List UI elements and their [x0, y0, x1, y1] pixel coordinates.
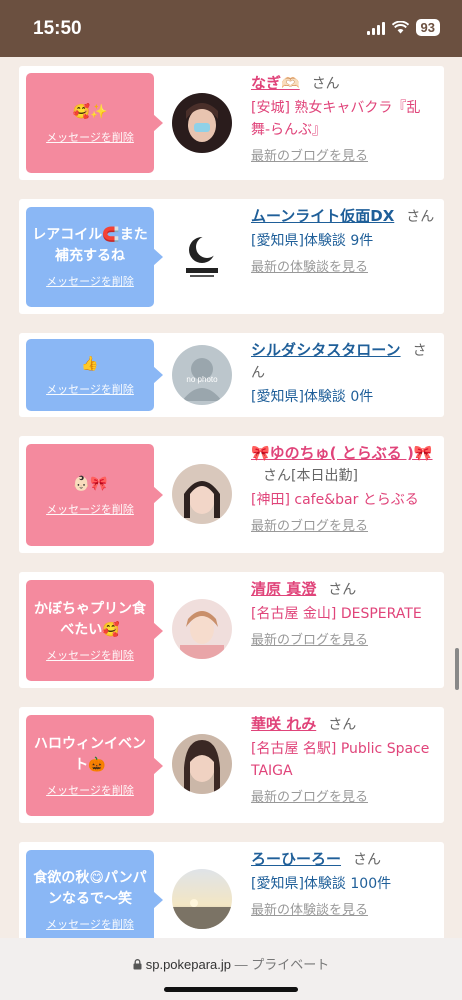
- scrollbar[interactable]: [455, 648, 459, 690]
- honorific: さん: [263, 468, 291, 484]
- honorific: さん: [406, 209, 435, 225]
- latest-blog-link[interactable]: 最新のブログを見る: [251, 787, 439, 809]
- message-bubble: 食欲の秋😋パンパンなるで〜笑 メッセージを削除: [26, 850, 163, 938]
- sender-name[interactable]: ムーンライト仮面DX: [251, 207, 394, 225]
- message-text: 👍: [81, 355, 99, 372]
- sender-location: [名古屋 金山] DESPERATE: [251, 606, 422, 622]
- avatar[interactable]: [172, 226, 232, 286]
- avatar[interactable]: no photo: [172, 345, 232, 405]
- sender-info: 🎀ゆのちゅ( とらぶる )🎀 さん[本日出勤] [神田] cafe&bar とらぶ…: [251, 442, 439, 538]
- sender-name[interactable]: 🎀ゆのちゅ( とらぶる )🎀: [251, 444, 433, 462]
- message-list[interactable]: 🥰✨ メッセージを削除 なぎ🫶🏻 さん [安城] 熟女キャバクラ『乱舞-らんぶ』 …: [0, 57, 462, 938]
- avatar[interactable]: [172, 869, 232, 929]
- sender-info: ムーンライト仮面DX さん [愛知県]体験談 9件 最新の体験談を見る: [251, 205, 439, 279]
- avatar[interactable]: [172, 464, 232, 524]
- sender-info: なぎ🫶🏻 さん [安城] 熟女キャバクラ『乱舞-らんぶ』 最新のブログを見る: [251, 72, 439, 168]
- delete-message-link[interactable]: メッセージを削除: [46, 916, 134, 932]
- honorific: さん: [328, 582, 357, 598]
- on-duty-tag: [本日出勤]: [291, 468, 358, 484]
- message-text: ハロウィンイベント🎃: [34, 735, 146, 773]
- url-bar[interactable]: sp.pokepara.jp — プライベート: [0, 954, 462, 973]
- latest-review-link[interactable]: 最新の体験談を見る: [251, 257, 439, 279]
- message-bubble: ハロウィンイベント🎃 メッセージを削除: [26, 715, 163, 816]
- honorific: さん: [311, 76, 340, 92]
- sender-info: 華咲 れみ さん [名古屋 名駅] Public Space TAIGA 最新のブ…: [251, 713, 439, 809]
- message-card: 👶🏻🎀 メッセージを削除 🎀ゆのちゅ( とらぶる )🎀 さん[本日出勤] [神田]…: [19, 436, 444, 553]
- message-card: かぼちゃプリン食べたい🥰 メッセージを削除 清原 真澄 さん [名古屋 金山] D…: [19, 572, 444, 688]
- message-card: 食欲の秋😋パンパンなるで〜笑 メッセージを削除 ろーひーろー さん [愛知県]体験…: [19, 842, 444, 938]
- latest-blog-link[interactable]: 最新のブログを見る: [251, 516, 439, 538]
- battery-indicator: 93: [415, 19, 440, 36]
- avatar[interactable]: [172, 599, 232, 659]
- message-text: レアコイル🧲また補充するね: [32, 227, 148, 264]
- message-bubble: 👍 メッセージを削除: [26, 339, 163, 411]
- status-bar: 15:50 93: [0, 0, 462, 57]
- sender-location: [神田] cafe&bar とらぶる: [251, 492, 419, 508]
- delete-message-link[interactable]: メッセージを削除: [46, 381, 134, 397]
- honorific: さん: [328, 717, 357, 733]
- avatar[interactable]: [172, 734, 232, 794]
- sender-info: シルダシタスタローン さん [愛知県]体験談 0件: [251, 339, 439, 408]
- sender-name[interactable]: 清原 真澄: [251, 580, 316, 598]
- browser-bottom-bar: sp.pokepara.jp — プライベート: [0, 938, 462, 1000]
- message-text: かぼちゃプリン食べたい🥰: [34, 600, 146, 638]
- sender-info: 清原 真澄 さん [名古屋 金山] DESPERATE 最新のブログを見る: [251, 578, 439, 652]
- delete-message-link[interactable]: メッセージを削除: [46, 647, 134, 663]
- delete-message-link[interactable]: メッセージを削除: [46, 273, 134, 289]
- sender-name[interactable]: なぎ🫶🏻: [251, 74, 300, 92]
- status-icons: 93: [366, 19, 440, 36]
- message-text: 食欲の秋😋パンパンなるで〜笑: [33, 870, 147, 907]
- message-bubble: 👶🏻🎀 メッセージを削除: [26, 444, 163, 546]
- delete-message-link[interactable]: メッセージを削除: [46, 782, 134, 798]
- sender-location: [愛知県]体験談 9件: [251, 233, 374, 249]
- sender-location: [安城] 熟女キャバクラ『乱舞-らんぶ』: [251, 100, 421, 138]
- latest-blog-link[interactable]: 最新のブログを見る: [251, 146, 439, 168]
- message-bubble: レアコイル🧲また補充するね メッセージを削除: [26, 207, 163, 307]
- url-text: sp.pokepara.jp: [145, 957, 232, 972]
- message-bubble: かぼちゃプリン食べたい🥰 メッセージを削除: [26, 580, 163, 681]
- message-card: レアコイル🧲また補充するね メッセージを削除 ムーンライト仮面DX さん [愛知県…: [19, 199, 444, 314]
- message-text: 🥰✨: [72, 103, 108, 120]
- signal-icon: [366, 21, 385, 35]
- message-bubble: 🥰✨ メッセージを削除: [26, 73, 163, 173]
- message-card: 🥰✨ メッセージを削除 なぎ🫶🏻 さん [安城] 熟女キャバクラ『乱舞-らんぶ』 …: [19, 66, 444, 180]
- wifi-icon: [391, 21, 409, 34]
- message-card: ハロウィンイベント🎃 メッセージを削除 華咲 れみ さん [名古屋 名駅] Pub…: [19, 707, 444, 823]
- honorific: さん: [353, 852, 382, 868]
- message-card: 👍 メッセージを削除 no photo シルダシタスタローン さん [愛知県]体験…: [19, 333, 444, 417]
- sender-name[interactable]: 華咲 れみ: [251, 715, 316, 733]
- sender-location: [名古屋 名駅] Public Space TAIGA: [251, 741, 430, 779]
- no-photo-label: no photo: [186, 375, 218, 384]
- lock-icon: [133, 959, 142, 970]
- sender-name[interactable]: シルダシタスタローン: [251, 341, 401, 359]
- latest-review-link[interactable]: 最新の体験談を見る: [251, 900, 439, 922]
- delete-message-link[interactable]: メッセージを削除: [46, 501, 134, 517]
- delete-message-link[interactable]: メッセージを削除: [46, 129, 134, 145]
- sender-name[interactable]: ろーひーろー: [251, 850, 341, 868]
- latest-blog-link[interactable]: 最新のブログを見る: [251, 630, 439, 652]
- private-mode-label: — プライベート: [234, 957, 330, 972]
- home-indicator[interactable]: [164, 987, 298, 992]
- avatar[interactable]: [172, 93, 232, 153]
- sender-location: [愛知県]体験談 100件: [251, 876, 392, 892]
- sender-info: ろーひーろー さん [愛知県]体験談 100件 最新の体験談を見る: [251, 848, 439, 922]
- status-time: 15:50: [33, 18, 82, 39]
- message-text: 👶🏻🎀: [72, 475, 108, 492]
- sender-location: [愛知県]体験談 0件: [251, 389, 374, 405]
